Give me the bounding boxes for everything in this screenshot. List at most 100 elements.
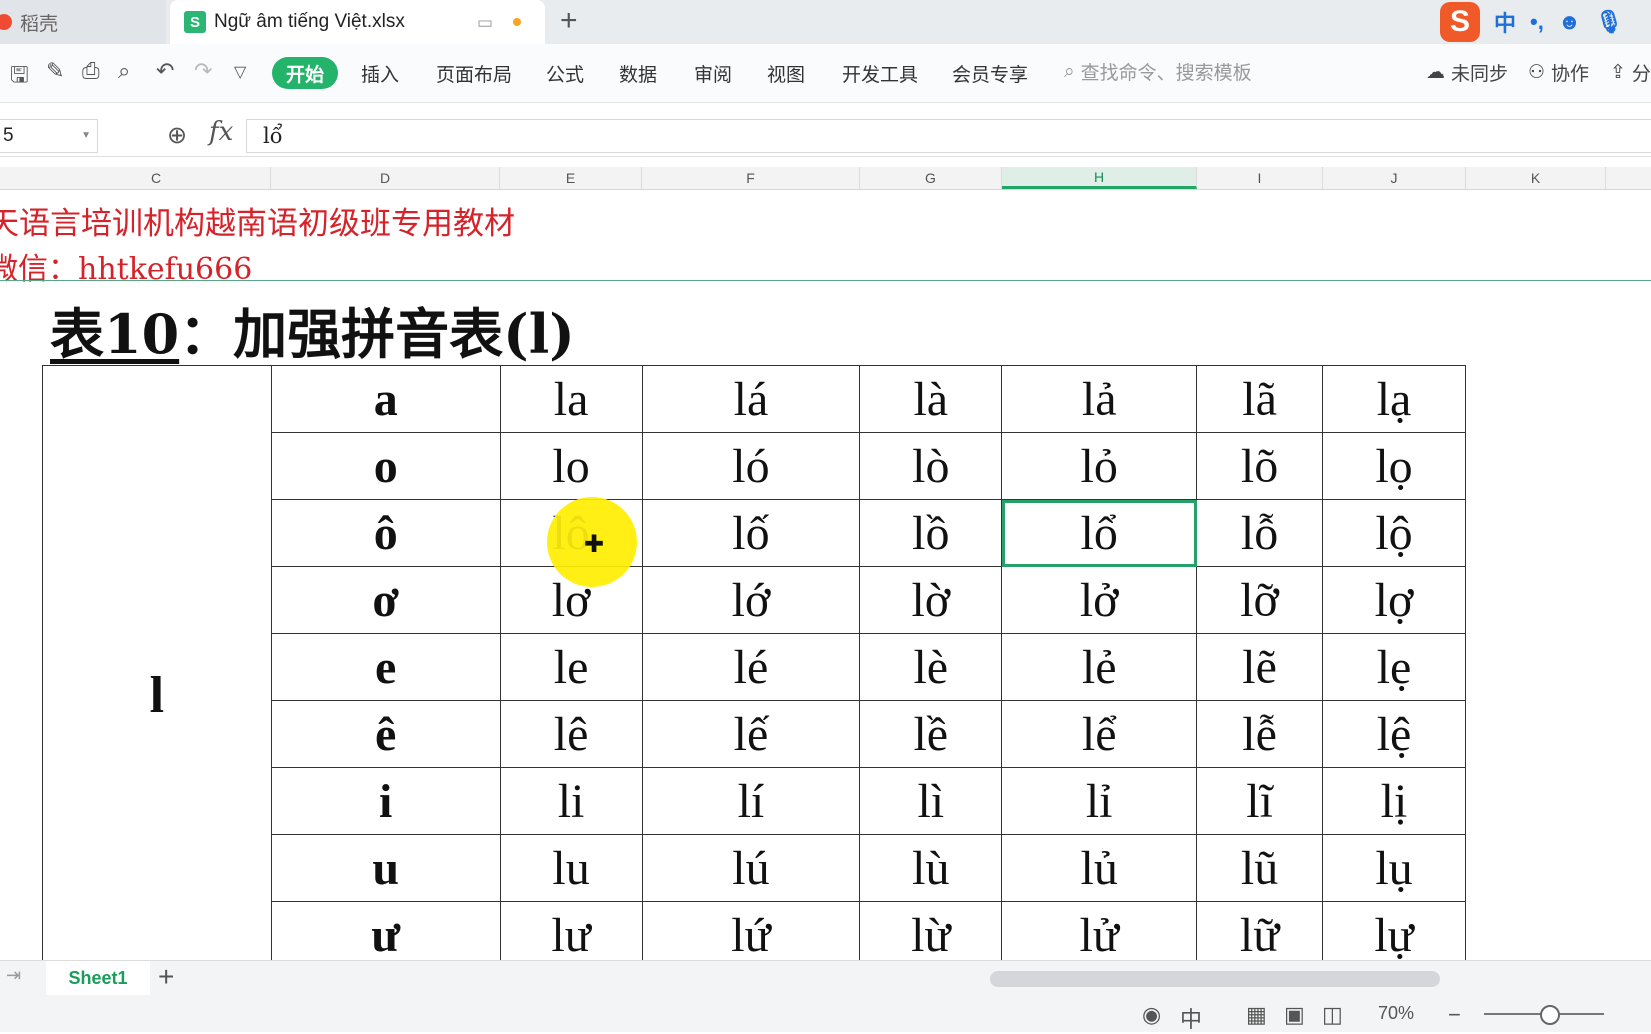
syllable-cell[interactable]: lữ — [1196, 901, 1324, 960]
ime-punct[interactable]: •, — [1530, 9, 1544, 35]
input-mode-icon[interactable]: 中 — [1180, 1002, 1202, 1034]
column-header-k[interactable]: K — [1466, 167, 1606, 189]
redo-icon[interactable]: ↷ — [194, 58, 212, 84]
vowel-cell[interactable]: ư — [270, 901, 501, 960]
customize-toolbar-icon[interactable]: ▽ — [234, 62, 246, 82]
share-button[interactable]: ⇪ 分 — [1610, 59, 1651, 86]
syllable-cell[interactable]: lệ — [1322, 700, 1466, 768]
page-layout-view-icon[interactable]: ▣ — [1284, 1002, 1305, 1028]
syllable-cell[interactable]: lã — [1196, 365, 1324, 433]
menu-insert[interactable]: 插入 — [361, 60, 399, 87]
last-sheet-icon[interactable]: ⇥ — [6, 965, 21, 986]
eye-protection-icon[interactable]: ◉ — [1142, 1002, 1161, 1028]
horizontal-scrollbar[interactable] — [990, 971, 1440, 987]
syllable-cell[interactable]: lò — [859, 432, 1003, 500]
column-header-j[interactable]: J — [1323, 167, 1466, 189]
syllable-cell[interactable]: lộ — [1322, 499, 1466, 567]
vowel-cell[interactable]: ơ — [270, 566, 501, 634]
fx-icon[interactable]: fx — [209, 117, 233, 147]
vowel-cell[interactable]: e — [270, 633, 501, 701]
name-box[interactable]: 5 ▼ — [0, 119, 98, 153]
syllable-cell[interactable]: lể — [1001, 700, 1198, 768]
add-sheet-button[interactable]: + — [158, 961, 174, 993]
tab-document[interactable]: S Ngữ âm tiếng Việt.xlsx ▭ — [170, 0, 545, 44]
syllable-cell[interactable]: lừ — [859, 901, 1003, 960]
syllable-cell[interactable]: lu — [499, 834, 643, 902]
menu-developer[interactable]: 开发工具 — [842, 60, 918, 87]
menu-page-layout[interactable]: 页面布局 — [436, 60, 512, 87]
syllable-cell[interactable]: lổ — [1001, 499, 1198, 567]
mic-icon[interactable]: 🎙 — [1595, 9, 1623, 35]
syllable-cell[interactable]: lá — [641, 365, 861, 433]
syllable-cell[interactable]: lè — [859, 633, 1003, 701]
syllable-cell[interactable]: lỡ — [1196, 566, 1324, 634]
syllable-cell[interactable]: ló — [641, 432, 861, 500]
syllable-cell[interactable]: lĩ — [1196, 767, 1324, 835]
column-header-e[interactable]: E — [500, 167, 642, 189]
emoji-icon[interactable]: ☻ — [1558, 9, 1581, 35]
menu-view[interactable]: 视图 — [767, 60, 805, 87]
syllable-cell[interactable]: lẽ — [1196, 633, 1324, 701]
print-icon[interactable]: ⎙ — [82, 58, 100, 84]
syllable-cell[interactable]: lê — [499, 700, 643, 768]
syllable-cell[interactable]: lẻ — [1001, 633, 1198, 701]
zoom-out-icon[interactable]: − — [1448, 1002, 1461, 1028]
syllable-cell[interactable]: lờ — [859, 566, 1003, 634]
vowel-cell[interactable]: a — [270, 365, 501, 433]
tab-home[interactable]: 稻壳 — [0, 0, 166, 44]
syllable-cell[interactable]: lú — [641, 834, 861, 902]
syllable-cell[interactable]: lồ — [859, 499, 1003, 567]
syllable-cell[interactable]: lớ — [641, 566, 861, 634]
syllable-cell[interactable]: lễ — [1196, 700, 1324, 768]
save-icon[interactable]: 🖫 — [10, 58, 29, 96]
menu-review[interactable]: 审阅 — [694, 60, 732, 87]
syllable-cell[interactable]: lí — [641, 767, 861, 835]
syllable-cell[interactable]: lự — [1322, 901, 1466, 960]
zoom-slider-knob[interactable] — [1540, 1005, 1560, 1025]
undo-icon[interactable]: ↶ — [156, 58, 174, 84]
syllable-cell[interactable]: li — [499, 767, 643, 835]
syllable-cell[interactable]: lẹ — [1322, 633, 1466, 701]
syllable-cell[interactable]: lũ — [1196, 834, 1324, 902]
syllable-cell[interactable]: lử — [1001, 901, 1198, 960]
syllable-cell[interactable]: là — [859, 365, 1003, 433]
vowel-cell[interactable]: o — [270, 432, 501, 500]
syllable-cell[interactable]: lì — [859, 767, 1003, 835]
syllable-cell[interactable]: lé — [641, 633, 861, 701]
column-header-i[interactable]: I — [1197, 167, 1323, 189]
syllable-cell[interactable]: lỉ — [1001, 767, 1198, 835]
page-break-view-icon[interactable]: ◫ — [1322, 1002, 1343, 1028]
vowel-cell[interactable]: i — [270, 767, 501, 835]
syllable-cell[interactable]: la — [499, 365, 643, 433]
column-header-g[interactable]: G — [860, 167, 1002, 189]
print-preview-icon[interactable]: ⌕ — [118, 58, 130, 84]
collab-button[interactable]: ⚇ 协作 — [1528, 59, 1589, 86]
syllable-cell[interactable]: lọ — [1322, 432, 1466, 500]
syllable-cell[interactable]: lở — [1001, 566, 1198, 634]
syllable-cell[interactable]: le — [499, 633, 643, 701]
zoom-level[interactable]: 70% — [1378, 1003, 1414, 1024]
column-header-d[interactable]: D — [271, 167, 500, 189]
syllable-cell[interactable]: lỗ — [1196, 499, 1324, 567]
syllable-cell[interactable]: lỏ — [1001, 432, 1198, 500]
monitor-icon[interactable]: ▭ — [477, 13, 493, 33]
syllable-cell[interactable]: lả — [1001, 365, 1198, 433]
syllable-cell[interactable]: lứ — [641, 901, 861, 960]
formula-input[interactable]: lổ — [246, 119, 1651, 153]
menu-start[interactable]: 开始 — [272, 57, 338, 89]
menu-data[interactable]: 数据 — [619, 60, 657, 87]
sheet-tab-sheet1[interactable]: Sheet1 — [46, 961, 150, 995]
format-painter-icon[interactable]: ✎ — [46, 58, 64, 84]
syllable-cell[interactable]: lù — [859, 834, 1003, 902]
command-search[interactable]: ⌕ 查找命令、搜索模板 — [1064, 58, 1252, 85]
syllable-cell[interactable]: lạ — [1322, 365, 1466, 433]
syllable-cell[interactable]: lị — [1322, 767, 1466, 835]
syllable-cell[interactable]: lợ — [1322, 566, 1466, 634]
ime-logo-icon[interactable]: S — [1440, 2, 1480, 42]
syllable-cell[interactable]: lề — [859, 700, 1003, 768]
new-tab-button[interactable]: + — [560, 4, 578, 38]
menu-formula[interactable]: 公式 — [546, 60, 584, 87]
syllable-cell[interactable]: lố — [641, 499, 861, 567]
syllable-cell[interactable]: lụ — [1322, 834, 1466, 902]
sync-button[interactable]: ☁ 未同步 — [1426, 59, 1508, 86]
